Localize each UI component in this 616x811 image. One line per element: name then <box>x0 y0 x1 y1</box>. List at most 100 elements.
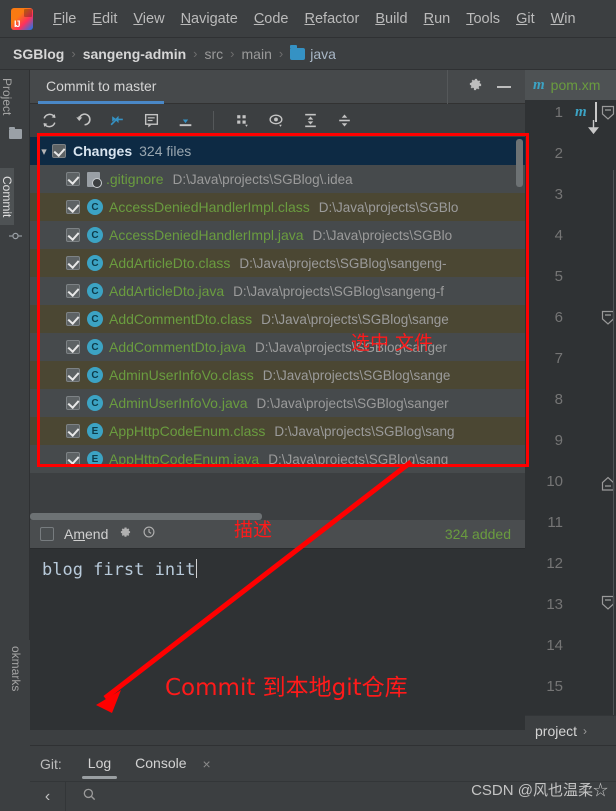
file-checkbox[interactable] <box>66 200 80 214</box>
table-row[interactable]: .gitignore D:\Java\projects\SGBlog\.idea <box>30 165 525 193</box>
editor-tab-pom-xml[interactable]: pom.xm <box>551 77 601 93</box>
line-number: 7 <box>554 350 563 367</box>
refresh-icon[interactable] <box>40 112 58 130</box>
menu-item-build[interactable]: Build <box>367 9 415 29</box>
line-number: 2 <box>554 145 563 162</box>
menu-item-view[interactable]: View <box>125 9 172 29</box>
vertical-scrollbar[interactable] <box>516 139 523 187</box>
changes-file-tree[interactable]: ▾ Changes 324 files .gitignore D:\Java\p… <box>30 137 525 520</box>
minimize-icon[interactable] <box>497 85 511 88</box>
line-number: 9 <box>554 432 563 449</box>
breadcrumb-item-module[interactable]: sangeng-admin <box>83 46 186 62</box>
table-row[interactable]: C AddArticleDto.java D:\Java\projects\SG… <box>30 277 525 305</box>
file-checkbox[interactable] <box>66 284 80 298</box>
table-row[interactable]: C AdminUserInfoVo.java D:\Java\projects\… <box>30 389 525 417</box>
status-project-label[interactable]: project <box>535 723 577 739</box>
line-number: 10 <box>546 473 563 490</box>
fold-guide-line <box>612 170 614 745</box>
line-number: 12 <box>546 555 563 572</box>
gear-icon[interactable] <box>468 77 483 97</box>
menu-item-tools[interactable]: Tools <box>458 9 508 29</box>
menu-item-run[interactable]: Run <box>416 9 459 29</box>
file-checkbox[interactable] <box>66 396 80 410</box>
project-folder-icon <box>0 123 30 145</box>
preview-diff-icon[interactable] <box>267 112 285 130</box>
rollback-icon[interactable] <box>74 112 92 130</box>
table-row[interactable]: C AddArticleDto.class D:\Java\projects\S… <box>30 249 525 277</box>
text-caret <box>195 559 198 578</box>
file-checkbox[interactable] <box>66 256 80 270</box>
menu-item-code[interactable]: Code <box>246 9 297 29</box>
class-icon: C <box>87 199 103 215</box>
file-path: D:\Java\projects\SGBlog\.idea <box>172 171 353 187</box>
rail-tab-commit[interactable]: Commit <box>0 168 14 226</box>
git-label: Git: <box>40 755 62 772</box>
show-diff-icon[interactable] <box>108 112 126 130</box>
breadcrumb-item-java[interactable]: java <box>310 46 336 62</box>
close-icon[interactable]: × <box>203 756 211 772</box>
gear-icon[interactable] <box>118 525 132 544</box>
code-fold-icon[interactable] <box>601 105 615 126</box>
line-number: 4 <box>554 227 563 244</box>
editor-gutter: 1 2 3 4 5 6 7 8 9 10 11 12 13 14 15 16 1… <box>525 100 616 811</box>
file-checkbox[interactable] <box>66 228 80 242</box>
tab-commit-to-master[interactable]: Commit to master <box>30 70 172 104</box>
tab-git-log[interactable]: Log <box>78 746 121 782</box>
amend-checkbox[interactable] <box>40 527 54 541</box>
breadcrumb-item-main[interactable]: main <box>242 46 272 62</box>
chevron-down-icon[interactable]: ▾ <box>36 145 52 158</box>
file-checkbox[interactable] <box>66 312 80 326</box>
search-icon[interactable] <box>82 787 97 807</box>
file-name: .gitignore <box>106 171 164 187</box>
class-icon: C <box>87 311 103 327</box>
rail-tab-bookmarks[interactable]: okmarks <box>9 640 23 697</box>
chevron-right-icon[interactable]: › <box>583 724 587 738</box>
breadcrumb-item-project[interactable]: SGBlog <box>13 46 64 62</box>
file-checkbox[interactable] <box>66 368 80 382</box>
clock-icon[interactable] <box>142 525 156 544</box>
tab-git-console[interactable]: Console <box>125 746 196 782</box>
changes-node-checkbox[interactable] <box>52 144 66 158</box>
table-row[interactable]: E AppHttpCodeEnum.java D:\Java\projects\… <box>30 445 525 473</box>
table-row[interactable]: C AccessDeniedHandlerImpl.class D:\Java\… <box>30 193 525 221</box>
file-name: AdminUserInfoVo.class <box>109 367 254 383</box>
menu-item-edit[interactable]: Edit <box>84 9 125 29</box>
file-checkbox[interactable] <box>66 172 80 186</box>
file-path: D:\Java\projects\SGBlog\sangeng- <box>239 255 447 271</box>
table-row[interactable]: E AppHttpCodeEnum.class D:\Java\projects… <box>30 417 525 445</box>
line-number: 5 <box>554 268 563 285</box>
collapse-all-icon[interactable] <box>335 112 353 130</box>
menu-item-window[interactable]: Win <box>543 9 584 29</box>
breadcrumb-item-src[interactable]: src <box>205 46 224 62</box>
breadcrumb-separator: › <box>193 46 198 61</box>
table-row[interactable]: C AddCommentDto.java D:\Java\projects\SG… <box>30 333 525 361</box>
expand-all-icon[interactable] <box>301 112 319 130</box>
file-name: AdminUserInfoVo.java <box>109 395 248 411</box>
file-checkbox[interactable] <box>66 340 80 354</box>
table-row[interactable]: C AccessDeniedHandlerImpl.java D:\Java\p… <box>30 221 525 249</box>
commit-toolbar <box>30 104 525 137</box>
table-row[interactable]: C AddCommentDto.class D:\Java\projects\S… <box>30 305 525 333</box>
changes-node-row[interactable]: ▾ Changes 324 files <box>30 137 525 165</box>
back-button[interactable]: ‹ <box>30 781 66 811</box>
update-project-icon[interactable] <box>176 112 194 130</box>
commit-message-icon[interactable] <box>142 112 160 130</box>
menu-item-file[interactable]: File <box>45 9 84 29</box>
menu-item-git[interactable]: Git <box>508 9 543 29</box>
file-checkbox[interactable] <box>66 452 80 466</box>
toolbar-separator <box>213 111 214 130</box>
menu-item-navigate[interactable]: Navigate <box>173 9 246 29</box>
amend-label[interactable]: Amend <box>64 526 108 542</box>
menu-item-refactor[interactable]: Refactor <box>297 9 368 29</box>
rail-tab-project[interactable]: Project <box>0 70 14 123</box>
table-row[interactable]: C AdminUserInfoVo.class D:\Java\projects… <box>30 361 525 389</box>
horizontal-scrollbar[interactable] <box>30 513 262 520</box>
file-checkbox[interactable] <box>66 424 80 438</box>
changes-node-count: 324 files <box>139 143 192 159</box>
commit-message-input[interactable]: blog first init <box>30 548 525 730</box>
group-by-icon[interactable] <box>233 112 251 130</box>
breadcrumb: SGBlog › sangeng-admin › src › main › ja… <box>0 38 616 70</box>
changes-node-label: Changes <box>73 143 133 159</box>
commit-tab-bar: Commit to master <box>30 69 525 104</box>
file-name: AddArticleDto.class <box>109 255 231 271</box>
